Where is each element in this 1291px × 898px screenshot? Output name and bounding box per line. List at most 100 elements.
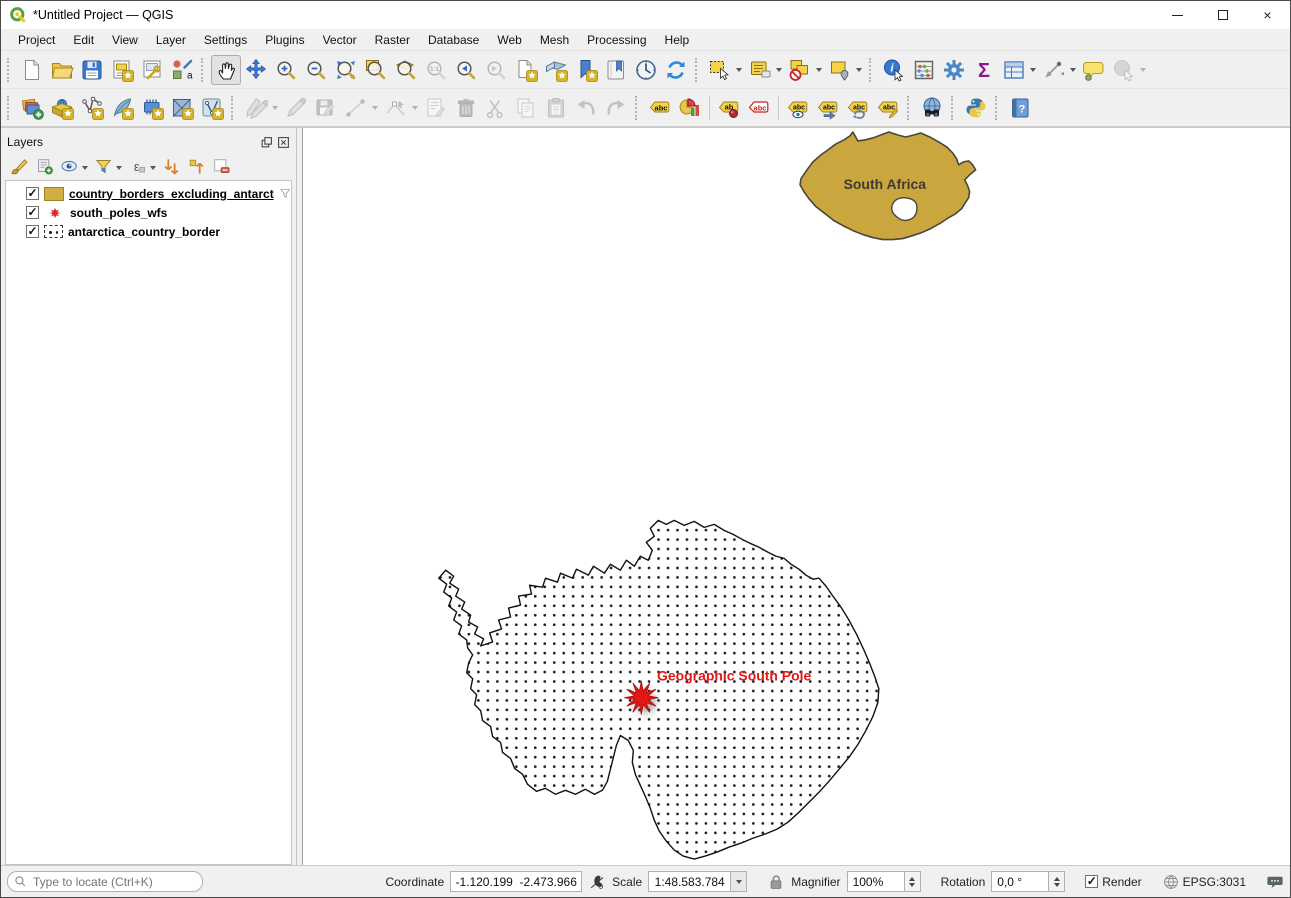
new-virtual-layer-button[interactable] bbox=[137, 93, 167, 123]
magnifier-spin-buttons[interactable] bbox=[905, 871, 921, 892]
rotation-input[interactable] bbox=[991, 871, 1049, 892]
measure-dropdown[interactable] bbox=[1070, 68, 1076, 75]
menu-layer[interactable]: Layer bbox=[147, 31, 195, 49]
help-button[interactable] bbox=[1005, 93, 1035, 123]
toolbar-grip[interactable] bbox=[7, 96, 13, 120]
layer-visibility-checkbox[interactable] bbox=[26, 206, 39, 219]
filter-by-expression-button[interactable] bbox=[125, 154, 149, 178]
toolbar-grip[interactable] bbox=[907, 96, 913, 120]
toolbar-grip[interactable] bbox=[7, 58, 13, 82]
expand-all-button[interactable] bbox=[159, 154, 183, 178]
menu-plugins[interactable]: Plugins bbox=[256, 31, 313, 49]
rotation-spinbox[interactable] bbox=[991, 871, 1065, 892]
filter-legend-button[interactable] bbox=[91, 154, 115, 178]
attribute-table-dropdown[interactable] bbox=[1030, 68, 1036, 75]
remove-layer-button[interactable] bbox=[209, 154, 233, 178]
rotation-spin-buttons[interactable] bbox=[1049, 871, 1065, 892]
select-by-location-button[interactable] bbox=[825, 55, 855, 85]
move-label-button[interactable] bbox=[813, 93, 843, 123]
change-label-button[interactable] bbox=[873, 93, 903, 123]
pan-map-button[interactable] bbox=[211, 55, 241, 85]
locate-input[interactable] bbox=[31, 874, 196, 890]
panel-close-icon[interactable] bbox=[277, 136, 290, 149]
layer-label[interactable]: antarctica_country_border bbox=[68, 225, 220, 239]
save-project-button[interactable] bbox=[77, 55, 107, 85]
new-geopackage-layer-button[interactable] bbox=[47, 93, 77, 123]
menu-vector[interactable]: Vector bbox=[314, 31, 366, 49]
highlight-pinned-labels-button[interactable] bbox=[783, 93, 813, 123]
menu-processing[interactable]: Processing bbox=[578, 31, 655, 49]
deselect-features-button[interactable] bbox=[785, 55, 815, 85]
select-features-dropdown[interactable] bbox=[736, 68, 742, 75]
toolbar-grip[interactable] bbox=[869, 58, 875, 82]
map-tips-button[interactable] bbox=[1079, 55, 1109, 85]
rotate-label-button[interactable] bbox=[843, 93, 873, 123]
layer-label[interactable]: south_poles_wfs bbox=[70, 206, 167, 220]
toolbar-grip[interactable] bbox=[231, 96, 237, 120]
collapse-all-button[interactable] bbox=[184, 154, 208, 178]
magnifier-input[interactable] bbox=[847, 871, 905, 892]
map-themes-dropdown[interactable] bbox=[82, 166, 88, 173]
crs-status[interactable]: EPSG:3031 bbox=[1162, 873, 1246, 891]
expression-filter-dropdown[interactable] bbox=[150, 166, 156, 173]
layer-visibility-checkbox[interactable] bbox=[26, 187, 39, 200]
select-by-location-dropdown[interactable] bbox=[856, 68, 862, 75]
zoom-out-button[interactable] bbox=[301, 55, 331, 85]
layer-labeling-options-button[interactable] bbox=[645, 93, 675, 123]
toolbar-grip[interactable] bbox=[201, 58, 207, 82]
layer-label[interactable]: country_borders_excluding_antarct bbox=[69, 187, 274, 201]
new-spatial-bookmark-button[interactable] bbox=[571, 55, 601, 85]
data-source-manager-button[interactable] bbox=[17, 93, 47, 123]
layer-visibility-checkbox[interactable] bbox=[26, 225, 39, 238]
new-shapefile-layer-button[interactable] bbox=[77, 93, 107, 123]
coordinate-input[interactable] bbox=[450, 871, 582, 892]
add-group-button[interactable] bbox=[32, 154, 56, 178]
menu-project[interactable]: Project bbox=[9, 31, 64, 49]
show-layout-manager-button[interactable] bbox=[137, 55, 167, 85]
map-canvas[interactable]: South Africa Geographic South Pole bbox=[302, 128, 1290, 865]
toggle-unplaced-labels-button[interactable] bbox=[744, 93, 774, 123]
log-messages-icon[interactable] bbox=[1266, 873, 1284, 891]
python-console-button[interactable] bbox=[961, 93, 991, 123]
lock-scale-icon[interactable] bbox=[767, 873, 785, 891]
measure-button[interactable] bbox=[1039, 55, 1069, 85]
close-button[interactable]: × bbox=[1245, 1, 1290, 29]
layer-row-antarctica-border[interactable]: antarctica_country_border bbox=[6, 222, 291, 241]
render-toggle[interactable]: Render bbox=[1085, 875, 1141, 889]
show-statistical-summary-button[interactable] bbox=[969, 55, 999, 85]
new-3d-map-view-button[interactable] bbox=[541, 55, 571, 85]
new-project-button[interactable] bbox=[17, 55, 47, 85]
new-mesh-layer-button[interactable] bbox=[167, 93, 197, 123]
style-manager-button[interactable] bbox=[167, 55, 197, 85]
new-spatialite-layer-button[interactable] bbox=[107, 93, 137, 123]
layer-row-country-borders[interactable]: country_borders_excluding_antarct bbox=[6, 184, 291, 203]
maximize-button[interactable] bbox=[1200, 1, 1245, 29]
render-checkbox[interactable] bbox=[1085, 875, 1098, 888]
layer-row-south-poles-wfs[interactable]: south_poles_wfs bbox=[6, 203, 291, 222]
refresh-map-button[interactable] bbox=[661, 55, 691, 85]
magnifier-spinbox[interactable] bbox=[847, 871, 921, 892]
scale-input[interactable] bbox=[648, 871, 730, 892]
toolbar-grip[interactable] bbox=[695, 58, 701, 82]
minimize-button[interactable] bbox=[1155, 1, 1200, 29]
manage-map-themes-button[interactable] bbox=[57, 154, 81, 178]
statistical-summary-button[interactable] bbox=[909, 55, 939, 85]
toggle-extents-icon[interactable] bbox=[588, 873, 606, 891]
panel-undock-icon[interactable] bbox=[260, 136, 273, 149]
menu-help[interactable]: Help bbox=[656, 31, 699, 49]
processing-toolbox-button[interactable] bbox=[939, 55, 969, 85]
zoom-to-selection-button[interactable] bbox=[361, 55, 391, 85]
menu-view[interactable]: View bbox=[103, 31, 147, 49]
new-gpx-layer-button[interactable] bbox=[197, 93, 227, 123]
scale-combo[interactable] bbox=[648, 871, 747, 892]
metasearch-button[interactable] bbox=[917, 93, 947, 123]
zoom-last-button[interactable] bbox=[451, 55, 481, 85]
toolbar-grip[interactable] bbox=[951, 96, 957, 120]
menu-mesh[interactable]: Mesh bbox=[531, 31, 578, 49]
scale-dropdown-button[interactable] bbox=[730, 871, 747, 892]
select-features-by-value-button[interactable] bbox=[745, 55, 775, 85]
pan-to-selection-button[interactable] bbox=[241, 55, 271, 85]
open-attribute-table-button[interactable] bbox=[999, 55, 1029, 85]
new-map-view-button[interactable] bbox=[511, 55, 541, 85]
zoom-to-layer-button[interactable] bbox=[391, 55, 421, 85]
